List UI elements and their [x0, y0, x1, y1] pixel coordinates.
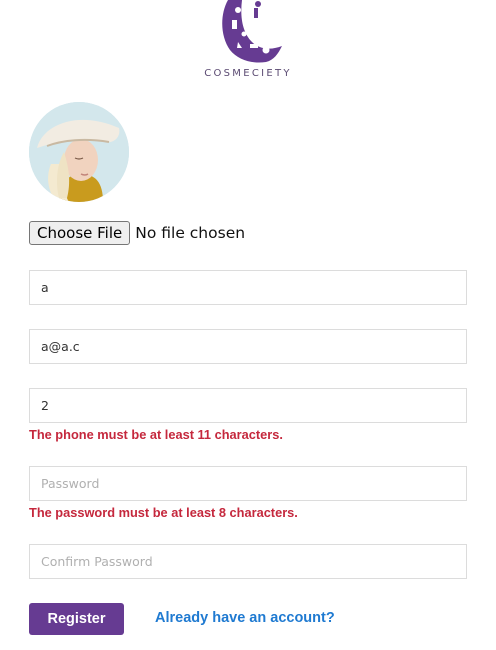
choose-file-button[interactable]: Choose File: [29, 221, 131, 245]
password-field[interactable]: [29, 466, 467, 501]
phone-field[interactable]: [29, 388, 467, 423]
file-upload: Choose File No file chosen: [29, 221, 245, 245]
password-error: The password must be at least 8 characte…: [29, 505, 298, 520]
file-status-text: No file chosen: [135, 224, 246, 242]
avatar: [29, 102, 129, 202]
email-field[interactable]: [29, 329, 467, 364]
login-link[interactable]: Already have an account?: [155, 610, 335, 626]
name-field[interactable]: [29, 270, 467, 305]
confirm-password-field[interactable]: [29, 544, 467, 579]
brand-logo: COSMECIETY: [196, 0, 300, 82]
logo-text: COSMECIETY: [204, 68, 292, 79]
phone-error: The phone must be at least 11 characters…: [29, 427, 283, 442]
cosmetics-logo-icon: [222, 0, 282, 63]
register-button[interactable]: Register: [29, 603, 124, 635]
profile-photo-icon: [29, 102, 129, 202]
